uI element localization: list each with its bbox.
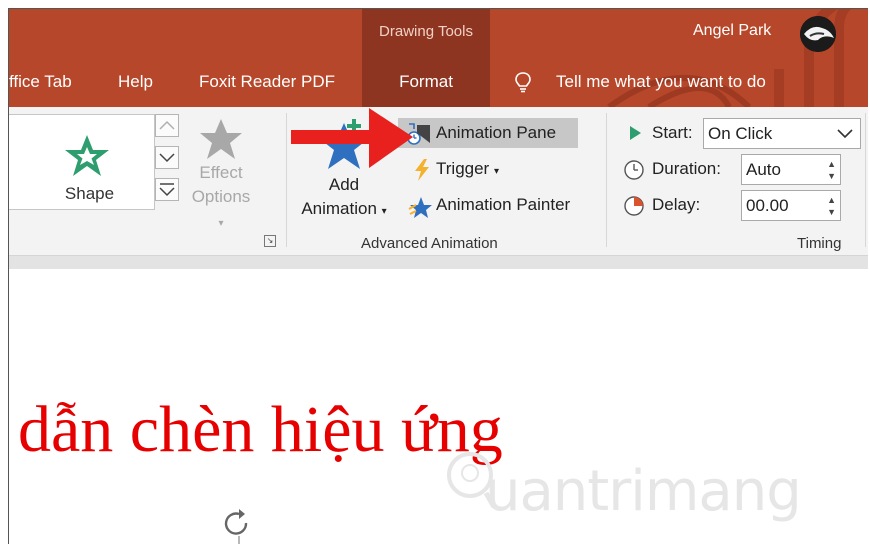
delay-stepper[interactable]: 00.00 ▲ ▼	[741, 190, 841, 221]
animation-painter-icon	[408, 197, 432, 218]
trigger-button[interactable]: Trigger ▾	[436, 159, 499, 179]
stepper-up-icon[interactable]: ▲	[827, 160, 836, 169]
effect-options-label-2: Options ▾	[191, 187, 251, 229]
workspace-background	[9, 256, 868, 269]
play-icon	[630, 126, 641, 140]
timing-group-label: Timing	[797, 235, 842, 252]
stepper-up-icon[interactable]: ▲	[827, 196, 836, 205]
trigger-label: Trigger	[436, 159, 490, 178]
lightbulb-icon	[515, 72, 531, 93]
delay-clock-icon	[624, 196, 644, 216]
clock-icon	[624, 160, 644, 180]
slide-text[interactable]: dẫn chèn hiệu ứng	[18, 392, 503, 468]
powerpoint-window: Drawing Tools Angel Park ffice Tab Help …	[8, 8, 868, 544]
effect-options-star-icon	[200, 119, 242, 159]
duration-stepper[interactable]: Auto ▲ ▼	[741, 154, 841, 185]
ribbon-separator	[286, 113, 287, 247]
animation-painter-button[interactable]: Animation Painter	[436, 195, 570, 215]
watermark-text: uantrimang	[485, 459, 802, 524]
tab-help[interactable]: Help	[118, 72, 153, 92]
add-animation-label-1: Add	[328, 175, 360, 194]
effect-options-button[interactable]: Effect Options ▾	[189, 117, 253, 229]
gallery-more-button[interactable]	[155, 178, 179, 201]
animation-pane-label: Animation Pane	[436, 123, 557, 142]
delay-label: Delay:	[652, 195, 701, 214]
context-group-label: Drawing Tools	[379, 23, 473, 40]
red-arrow-annotation	[291, 108, 413, 168]
add-animation-label-2: Animation ▾	[301, 199, 387, 218]
ribbon: Shape Effect Options ▾ ↘ Add Animation ▾…	[9, 107, 868, 256]
shape-animation-star-icon	[65, 135, 109, 176]
start-select[interactable]: On Click	[703, 118, 861, 149]
lightning-icon	[415, 159, 429, 181]
tab-format[interactable]: Format	[362, 72, 490, 92]
gallery-scroll-up[interactable]	[155, 114, 179, 137]
tab-foxit-reader-pdf[interactable]: Foxit Reader PDF	[199, 72, 335, 92]
stepper-down-icon[interactable]: ▼	[827, 208, 836, 217]
title-bar: Drawing Tools Angel Park ffice Tab Help …	[9, 9, 868, 107]
rotate-handle-icon[interactable]	[220, 505, 258, 544]
shape-label: Shape	[64, 184, 115, 203]
start-select-value: On Click	[708, 124, 773, 143]
duration-label: Duration:	[652, 159, 721, 178]
delay-value: 00.00	[746, 196, 789, 215]
tab-office-tab[interactable]: ffice Tab	[9, 72, 72, 92]
dialog-launcher-button[interactable]: ↘	[264, 235, 276, 247]
more-icon	[159, 183, 175, 197]
ribbon-separator	[865, 113, 866, 247]
tell-me-search[interactable]: Tell me what you want to do	[556, 72, 766, 92]
chevron-down-icon	[837, 129, 853, 139]
avatar-image	[800, 16, 836, 52]
chevron-up-icon	[159, 120, 175, 130]
start-label: Start:	[652, 123, 693, 142]
stepper-down-icon[interactable]: ▼	[827, 172, 836, 181]
drawing-tools-context: Drawing Tools	[362, 9, 490, 107]
gallery-scroll-down[interactable]	[155, 146, 179, 169]
avatar[interactable]	[800, 16, 836, 52]
chevron-down-icon	[159, 153, 175, 163]
ribbon-separator	[606, 113, 607, 247]
effect-options-label-1: Effect	[199, 163, 243, 182]
user-name[interactable]: Angel Park	[693, 22, 771, 40]
duration-value: Auto	[746, 160, 781, 179]
animation-gallery[interactable]: Shape	[9, 114, 155, 210]
advanced-animation-group-label: Advanced Animation	[361, 235, 498, 252]
